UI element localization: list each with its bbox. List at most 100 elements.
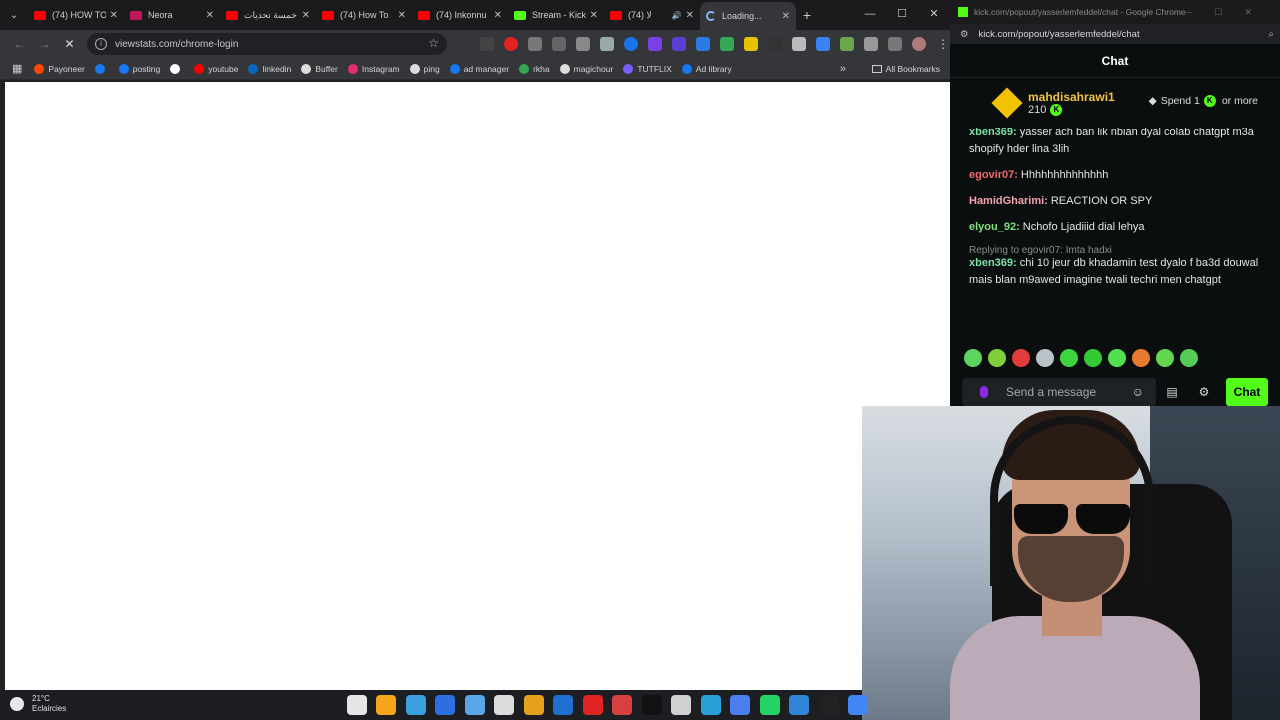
extension-icon[interactable] bbox=[720, 37, 734, 51]
taskbar-app-icon[interactable] bbox=[494, 695, 514, 715]
spend-prompt[interactable]: ◆ Spend 1 K or more bbox=[1149, 95, 1258, 107]
extension-icon[interactable] bbox=[624, 37, 638, 51]
address-bar[interactable]: i viewstats.com/chrome-login ☆ bbox=[87, 33, 447, 55]
emote-icon[interactable] bbox=[1012, 349, 1030, 367]
taskbar-app-icon[interactable] bbox=[523, 695, 544, 715]
chat-window-controls[interactable]: —☐✕ bbox=[1183, 7, 1274, 18]
bookmark-item[interactable]: Ad library bbox=[681, 63, 732, 74]
extension-icon[interactable] bbox=[552, 37, 566, 51]
extension-icon[interactable] bbox=[528, 37, 542, 51]
site-info-icon[interactable]: i bbox=[95, 38, 107, 50]
tab-close-icon[interactable]: ✕ bbox=[590, 10, 598, 21]
taskbar-app-icon[interactable] bbox=[612, 695, 632, 715]
extension-icon[interactable] bbox=[744, 37, 758, 51]
apps-grid-icon[interactable]: ▦ bbox=[12, 62, 22, 75]
bookmark-star-icon[interactable]: ☆ bbox=[428, 36, 439, 50]
taskbar-app-icon[interactable] bbox=[405, 695, 426, 715]
taskbar-app-icon[interactable] bbox=[789, 695, 809, 715]
tab-close-icon[interactable]: ✕ bbox=[302, 10, 310, 21]
browser-menu-icon[interactable]: ⋮ bbox=[937, 37, 949, 51]
tab-search-icon[interactable]: ⌄ bbox=[0, 1, 28, 29]
emote-icon[interactable] bbox=[1132, 349, 1150, 367]
extension-icon[interactable] bbox=[600, 37, 614, 51]
taskbar-app-icon[interactable] bbox=[553, 695, 573, 715]
extension-icon[interactable] bbox=[480, 37, 494, 51]
start-menu-icon[interactable] bbox=[320, 697, 337, 714]
bookmark-item[interactable]: rkha bbox=[519, 63, 550, 74]
media-icon[interactable] bbox=[888, 37, 902, 51]
emote-icon[interactable] bbox=[988, 349, 1006, 367]
taskbar-app-icon[interactable] bbox=[759, 695, 780, 715]
taskbar-app-icon[interactable] bbox=[464, 695, 485, 715]
new-tab-button[interactable]: + bbox=[796, 7, 818, 23]
extension-icon[interactable] bbox=[816, 37, 830, 51]
store-icon[interactable]: ▤ bbox=[1156, 385, 1188, 399]
browser-tab[interactable]: Stream - Kick ✕ bbox=[508, 2, 604, 28]
extension-icon[interactable] bbox=[768, 37, 782, 51]
emote-icon[interactable] bbox=[1036, 349, 1054, 367]
more-bookmarks-icon[interactable]: » bbox=[840, 58, 846, 80]
taskbar-app-icon[interactable] bbox=[818, 695, 839, 715]
emoji-picker-icon[interactable]: ☺ bbox=[1132, 385, 1144, 399]
pinned-gift-banner[interactable]: mahdisahrawi1 210 K ◆ Spend 1 K or more bbox=[950, 78, 1280, 128]
send-message-input[interactable]: Send a message ☺ bbox=[962, 378, 1156, 406]
browser-tab[interactable]: (74) Inkonnu ✕ bbox=[412, 2, 508, 28]
bookmark-item[interactable]: ping bbox=[409, 63, 440, 74]
extension-icon[interactable] bbox=[504, 37, 518, 51]
minimize-icon[interactable]: — bbox=[854, 0, 886, 28]
bookmark-item[interactable]: magichour bbox=[559, 63, 613, 74]
maximize-icon[interactable]: ☐ bbox=[886, 0, 918, 28]
taskbar-app-icon[interactable] bbox=[435, 695, 455, 715]
extension-icon[interactable] bbox=[648, 37, 662, 51]
taskbar-app-icon[interactable] bbox=[641, 695, 662, 715]
chat-username[interactable]: egovir07: bbox=[969, 169, 1018, 181]
stop-loading-icon[interactable]: ✕ bbox=[57, 37, 82, 51]
taskbar-app-icon[interactable] bbox=[346, 695, 367, 715]
chat-username[interactable]: xben369: bbox=[969, 257, 1017, 269]
bookmark-item[interactable]: TUTFLIX bbox=[623, 63, 672, 74]
bookmark-item[interactable] bbox=[170, 63, 184, 74]
chat-address-bar[interactable]: ⚙ kick.com/popout/yasserlemfeddel/chat ⌕ bbox=[950, 24, 1280, 44]
tab-close-icon[interactable]: ✕ bbox=[494, 10, 502, 21]
chat-settings-icon[interactable]: ⚙ bbox=[1188, 385, 1220, 399]
chat-username[interactable]: xben369: bbox=[969, 128, 1017, 138]
chat-message[interactable]: egovir07: Hhhhhhhhhhhhhh bbox=[969, 167, 1264, 184]
tab-close-icon[interactable]: ✕ bbox=[398, 10, 406, 21]
taskbar-app-icon[interactable] bbox=[582, 695, 603, 715]
tab-close-icon[interactable]: ✕ bbox=[110, 10, 118, 21]
extension-icon[interactable] bbox=[792, 37, 806, 51]
tab-close-icon[interactable]: ✕ bbox=[686, 10, 694, 21]
extension-icon[interactable] bbox=[576, 37, 590, 51]
back-icon[interactable]: ← bbox=[7, 37, 32, 51]
all-bookmarks[interactable]: All Bookmarks bbox=[871, 58, 940, 80]
taskbar-app-icon[interactable] bbox=[730, 695, 750, 715]
bookmark-item[interactable] bbox=[94, 63, 109, 74]
bookmark-item[interactable]: youtube bbox=[194, 63, 238, 74]
browser-tab[interactable]: خمسة تحديات ✕ bbox=[220, 2, 316, 28]
taskbar-app-icon[interactable] bbox=[700, 695, 721, 715]
chat-message[interactable]: elyou_92: Nchofo Ljadiiid dial lehya bbox=[969, 219, 1264, 236]
forward-icon[interactable]: → bbox=[32, 37, 57, 51]
tab-audio-icon[interactable]: 🔊 bbox=[672, 11, 682, 20]
emote-icon[interactable] bbox=[1108, 349, 1126, 367]
taskbar-app-icon[interactable] bbox=[848, 695, 868, 715]
chat-username[interactable]: elyou_92: bbox=[969, 221, 1020, 233]
bookmark-item[interactable]: Instagram bbox=[347, 63, 400, 74]
taskbar-app-icon[interactable] bbox=[376, 695, 396, 715]
bookmark-item[interactable]: Payoneer bbox=[34, 63, 85, 74]
tab-close-icon[interactable]: ✕ bbox=[206, 10, 214, 21]
extension-icon[interactable] bbox=[672, 37, 686, 51]
browser-tab[interactable]: Neora ✕ bbox=[124, 2, 220, 28]
browser-tab[interactable]: (74) How To ✕ bbox=[316, 2, 412, 28]
extension-icon[interactable] bbox=[840, 37, 854, 51]
zoom-icon[interactable]: ⌕ bbox=[1268, 29, 1274, 40]
chat-message[interactable]: xben369: yasser ach ban lik nbian dyal co… bbox=[969, 128, 1264, 158]
site-settings-icon[interactable]: ⚙ bbox=[960, 29, 969, 40]
extensions-puzzle-icon[interactable] bbox=[864, 37, 878, 51]
send-chat-button[interactable]: Chat bbox=[1226, 378, 1268, 406]
page-viewport[interactable] bbox=[5, 82, 950, 690]
browser-tab[interactable]: Loading... ✕ bbox=[700, 2, 796, 30]
profile-avatar-icon[interactable] bbox=[912, 37, 926, 51]
chat-message[interactable]: HamidGharimi: REACTION OR SPY bbox=[969, 193, 1264, 210]
extension-icon[interactable] bbox=[696, 37, 710, 51]
